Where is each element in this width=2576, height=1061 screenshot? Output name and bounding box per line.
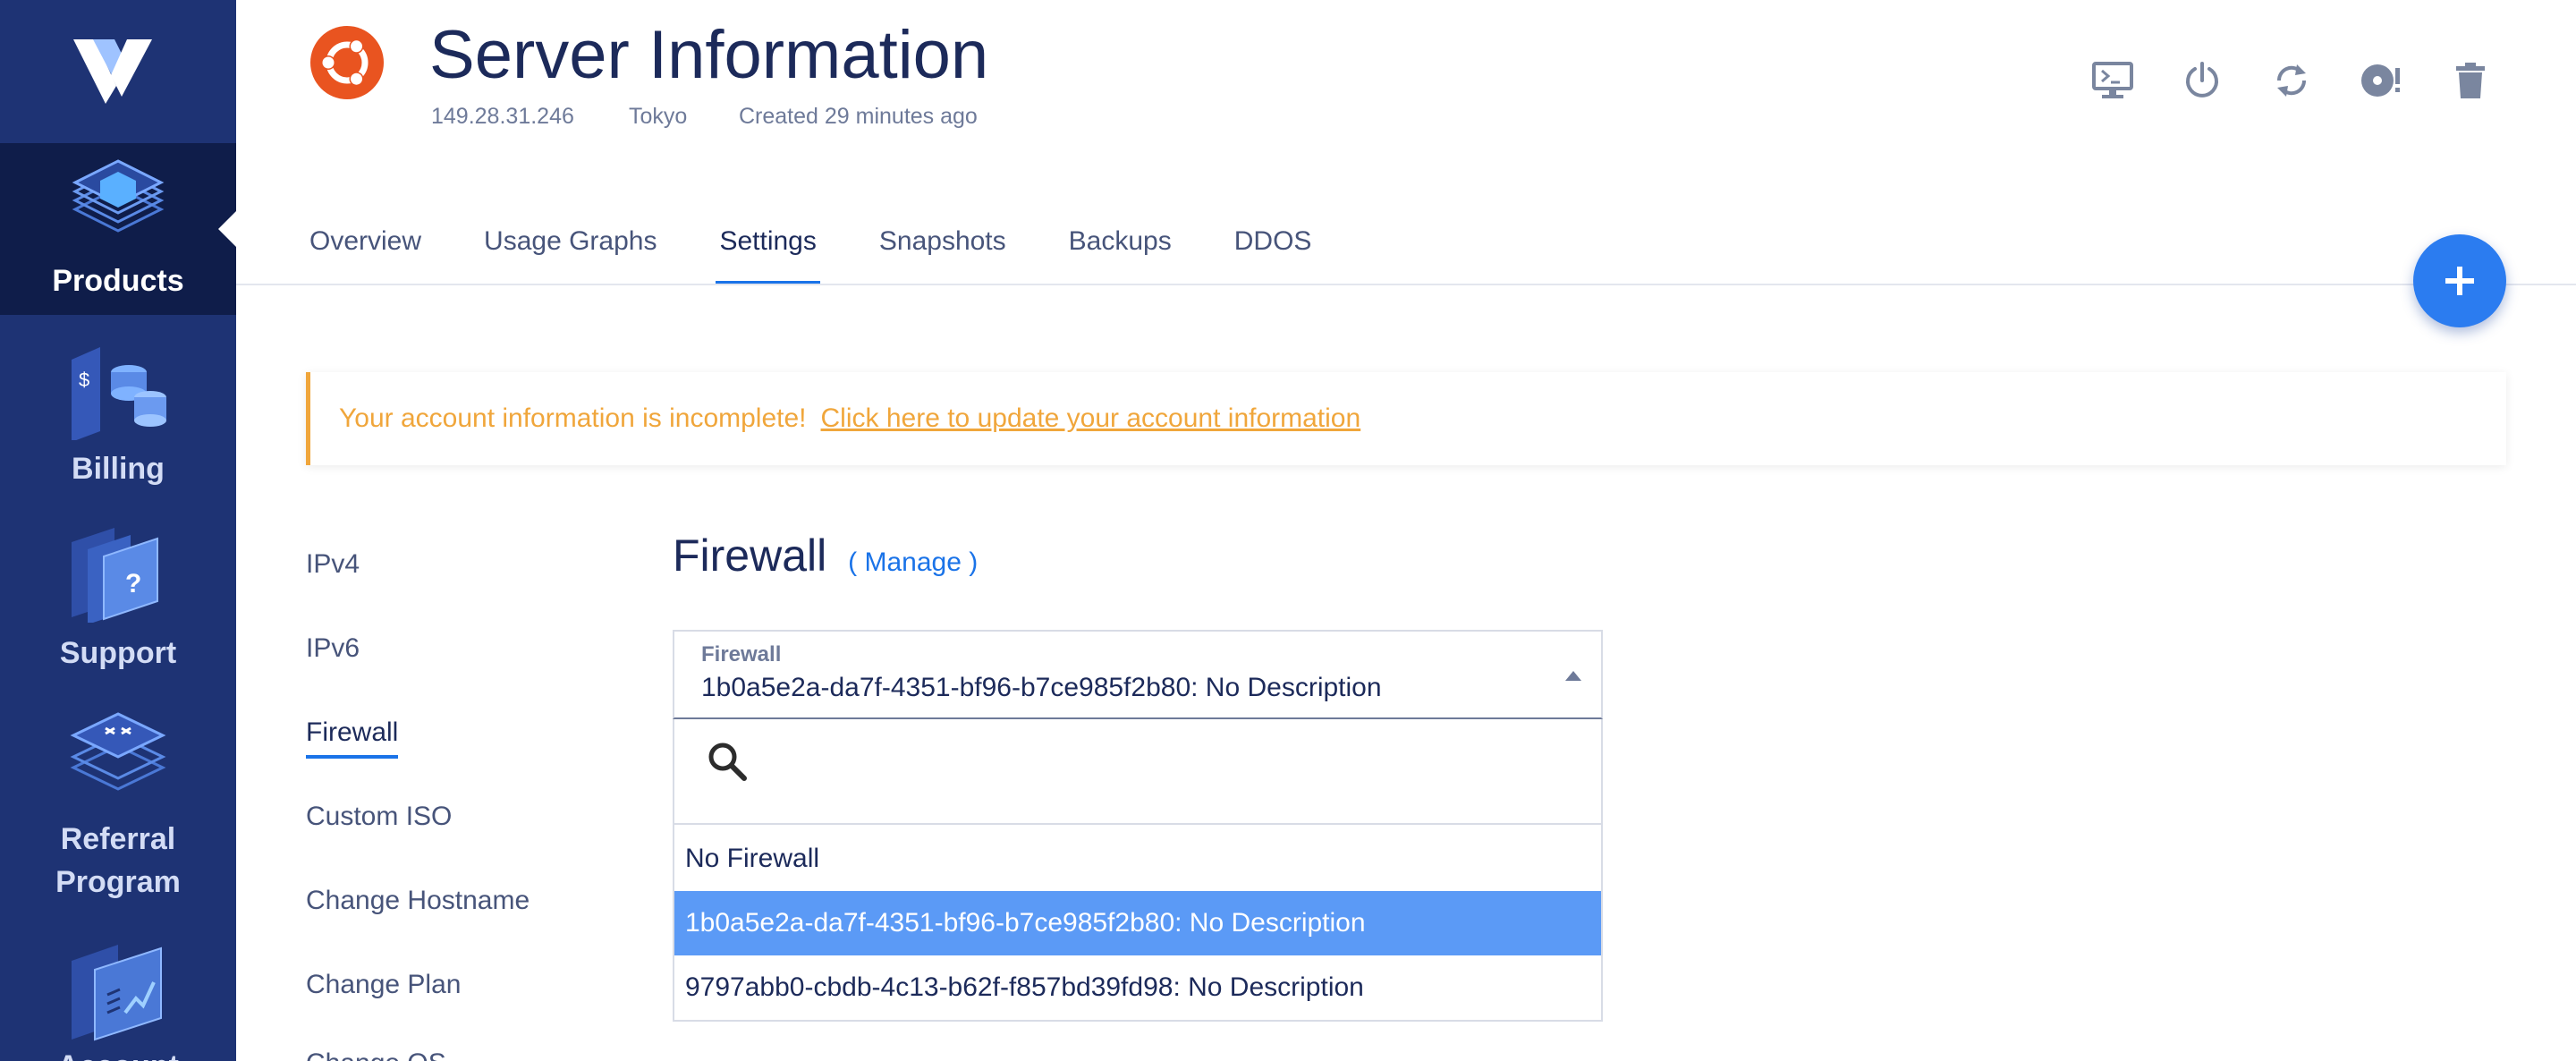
console-icon [2092,62,2133,98]
vultr-logo-icon[interactable] [72,34,157,106]
sidebar-item-label: Account [0,1045,236,1061]
page-title: Server Information [429,17,989,93]
support-icon: ? [72,528,158,623]
sidebar-item-referral[interactable]: Referral Program [0,707,236,912]
alert-text: Your account information is incomplete! [339,403,807,433]
sidebar-item-label: Support [59,636,177,670]
dropdown-option-selected[interactable]: 1b0a5e2a-da7f-4351-bf96-b7ce985f2b80: No… [674,891,1601,955]
firewall-select[interactable]: Firewall 1b0a5e2a-da7f-4351-bf96-b7ce985… [673,630,1603,719]
referral-icon [70,712,166,791]
reinstall-button[interactable] [2358,57,2404,104]
sidebar-item-label: Products [52,264,184,298]
sidebar-item-label: Referral Program [55,822,181,899]
account-alert: Your account information is incomplete! … [306,372,2506,465]
settings-nav-firewall[interactable]: Firewall [306,717,399,759]
server-location: Tokyo [629,104,688,129]
server-ip: 149.28.31.246 [431,104,574,129]
sidebar-item-products[interactable]: Products [0,143,236,315]
reinstall-icon [2361,64,2400,97]
power-icon [2186,62,2218,98]
tab-backups[interactable]: Backups [1069,213,1172,284]
power-button[interactable] [2179,57,2225,104]
settings-nav-change-os[interactable]: Change OS [306,1048,446,1061]
products-icon [72,159,165,233]
update-account-link[interactable]: Click here to update your account inform… [821,403,1361,434]
billing-icon: $ [72,347,166,440]
tab-ddos[interactable]: DDOS [1234,213,1312,284]
account-icon [72,945,162,1041]
settings-nav-change-hostname[interactable]: Change Hostname [306,886,530,916]
sidebar-item-label: Billing [72,452,165,486]
add-button[interactable] [2413,234,2506,327]
firewall-dropdown: No Firewall 1b0a5e2a-da7f-4351-bf96-b7ce… [673,719,1603,1022]
firewall-title: Firewall [673,530,827,581]
section-title: Firewall ( Manage ) [673,530,978,581]
plus-icon [2445,267,2474,295]
server-tabs: Overview Usage Graphs Settings Snapshots… [309,213,1374,284]
restart-button[interactable] [2268,57,2315,104]
server-created: Created 29 minutes ago [739,104,978,129]
dropdown-option[interactable]: 9797abb0-cbdb-4c13-b62f-f857bd39fd98: No… [674,955,1601,1020]
trash-icon [2456,63,2485,98]
restart-icon [2276,64,2307,97]
settings-nav-change-plan[interactable]: Change Plan [306,970,461,1000]
svg-text:?: ? [125,569,141,598]
svg-text:$: $ [79,369,89,391]
console-button[interactable] [2089,57,2136,104]
tab-overview[interactable]: Overview [309,213,421,284]
ubuntu-logo-icon [310,26,384,99]
dropdown-option[interactable]: No Firewall [674,827,1601,891]
settings-nav-custom-iso[interactable]: Custom ISO [306,802,452,832]
delete-button[interactable] [2447,57,2494,104]
sidebar-item-support[interactable]: ? Support [0,519,236,680]
manage-firewall-link[interactable]: ( Manage ) [848,547,978,577]
caret-up-icon [1565,671,1581,681]
tab-usage-graphs[interactable]: Usage Graphs [484,213,657,284]
sidebar: Products $ Billing ? Support Referral Pr… [0,0,236,1061]
server-actions [2089,57,2494,104]
firewall-select-label: Firewall [701,642,782,666]
tab-snapshots[interactable]: Snapshots [879,213,1006,284]
settings-nav-ipv6[interactable]: IPv6 [306,633,360,664]
tab-divider [236,284,2576,285]
search-icon [708,743,747,781]
tab-settings[interactable]: Settings [716,213,821,284]
active-caret [218,211,236,247]
firewall-select-value: 1b0a5e2a-da7f-4351-bf96-b7ce985f2b80: No… [701,673,1382,702]
sidebar-item-account[interactable]: Account [0,939,236,1061]
dropdown-search-input[interactable] [764,739,1569,793]
dropdown-search [674,719,1601,825]
sidebar-item-billing[interactable]: $ Billing [0,333,236,494]
settings-nav-ipv4[interactable]: IPv4 [306,549,360,580]
